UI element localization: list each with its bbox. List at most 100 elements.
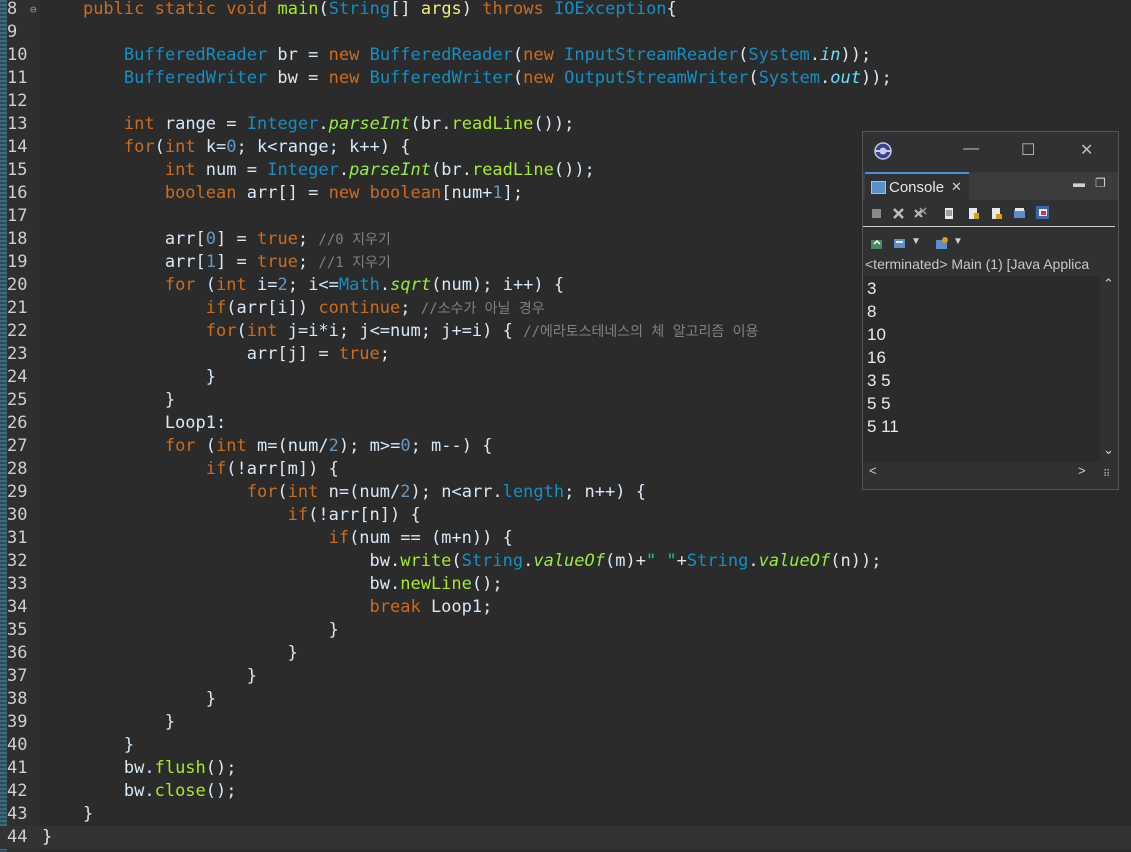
- code-line[interactable]: 39 }: [0, 711, 1131, 734]
- line-number: 35: [7, 620, 28, 640]
- window-minimize-button[interactable]: —: [963, 140, 979, 158]
- chevron-down-icon[interactable]: ▼: [953, 236, 963, 247]
- resize-grip-icon[interactable]: ⠿: [1103, 469, 1110, 480]
- terminate-icon[interactable]: [870, 207, 883, 220]
- code-line[interactable]: 34 break Loop1;: [0, 596, 1131, 619]
- word-wrap-icon[interactable]: [990, 207, 1003, 220]
- code-text: if(!arr[m]) {: [205, 459, 339, 479]
- scroll-right-icon[interactable]: >: [1078, 463, 1086, 478]
- scroll-left-icon[interactable]: <: [869, 463, 877, 478]
- code-line[interactable]: 41 bw.flush();: [0, 757, 1131, 780]
- code-text: bw.close();: [42, 781, 237, 801]
- code-line[interactable]: 42 bw.close();: [0, 780, 1131, 803]
- console-window[interactable]: — ☐ ✕ Console ✕ ▬ ❐ ▼ ▼ <terminated> Mai…: [862, 131, 1119, 490]
- code-text: break Loop1;: [369, 597, 493, 617]
- line-number: 34: [7, 597, 28, 617]
- code-text: arr[j] = true;: [42, 344, 391, 364]
- code-line[interactable]: 9: [0, 21, 1131, 44]
- view-minimize-icon[interactable]: ▬: [1073, 176, 1085, 190]
- tab-console-label: Console: [889, 179, 945, 196]
- code-line[interactable]: 12: [0, 90, 1131, 113]
- line-number: 13: [7, 114, 28, 134]
- code-line[interactable]: 11 BufferedWriter bw = new BufferedWrite…: [0, 67, 1131, 90]
- view-maximize-icon[interactable]: ❐: [1095, 176, 1106, 190]
- code-line[interactable]: 30 if(!arr[n]) {: [0, 504, 1131, 527]
- console-output-line: 3: [867, 279, 877, 298]
- scroll-lock-icon[interactable]: [967, 207, 980, 220]
- code-text: }: [42, 666, 257, 686]
- code-line[interactable]: 32 bw.write(String.valueOf(m)+" "+String…: [0, 550, 1131, 573]
- vertical-scrollbar[interactable]: ⌃ ⌄: [1100, 276, 1117, 462]
- code-text: bw.write(String.valueOf(m)+" "+String.va…: [42, 551, 882, 571]
- line-number: 21: [7, 298, 28, 318]
- code-line[interactable]: 31 if(num == (m+n)) {: [0, 527, 1131, 550]
- code-line[interactable]: 37 }: [0, 665, 1131, 688]
- console-output-line: 8: [867, 302, 877, 321]
- code-line[interactable]: 36 }: [0, 642, 1131, 665]
- code-text: if(num == (m+n)) {: [328, 528, 513, 548]
- remove-launch-icon[interactable]: [892, 207, 905, 220]
- new-console-icon[interactable]: [935, 237, 948, 250]
- code-text: }: [42, 367, 216, 387]
- tab-console[interactable]: Console ✕: [865, 172, 969, 200]
- code-line[interactable]: 38 }: [0, 688, 1131, 711]
- code-text: }: [42, 689, 216, 709]
- code-text: for(int j=i*i; j<=num; j+=i) { //에라토스테네스…: [205, 321, 759, 341]
- line-number: 42: [7, 781, 28, 801]
- console-output[interactable]: 3 8 10 16 3 5 5 5 5 11: [863, 276, 1100, 462]
- code-text: bw.newLine();: [42, 574, 503, 594]
- line-number: 11: [7, 68, 28, 88]
- console-icon: [871, 181, 886, 194]
- line-number: 9: [7, 22, 18, 42]
- line-number: 44: [7, 827, 28, 847]
- show-on-output-icon[interactable]: [1013, 207, 1026, 220]
- pin-console-icon[interactable]: [1036, 206, 1049, 219]
- code-text: BufferedReader br = new BufferedReader(n…: [123, 45, 872, 65]
- line-number: 12: [7, 91, 28, 111]
- view-tab-row: Console ✕ ▬ ❐: [863, 172, 1118, 200]
- remove-all-terminated-icon[interactable]: [914, 207, 927, 220]
- code-text: int range = Integer.parseInt(br.readLine…: [123, 114, 575, 134]
- code-line[interactable]: 35 }: [0, 619, 1131, 642]
- code-line[interactable]: 33 bw.newLine();: [0, 573, 1131, 596]
- code-text: }: [42, 390, 176, 410]
- console-output-line: 10: [867, 325, 886, 344]
- open-console-icon[interactable]: [870, 237, 883, 250]
- line-number: 28: [7, 459, 28, 479]
- chevron-down-icon[interactable]: ▼: [911, 236, 921, 247]
- scroll-down-icon[interactable]: ⌄: [1103, 442, 1114, 458]
- fold-toggle-icon[interactable]: ⊖: [30, 0, 37, 21]
- code-line[interactable]: 10 BufferedReader br = new BufferedReade…: [0, 44, 1131, 67]
- code-line[interactable]: 40 }: [0, 734, 1131, 757]
- code-line[interactable]: 8 ⊖ public static void main(String[] args…: [0, 0, 1131, 21]
- code-line[interactable]: 44}: [0, 826, 1131, 849]
- window-maximize-button[interactable]: ☐: [1021, 140, 1035, 160]
- close-icon[interactable]: ✕: [951, 179, 962, 195]
- line-number: 18: [7, 229, 28, 249]
- console-status-label: <terminated> Main (1) [Java Applica: [865, 256, 1090, 272]
- scroll-up-icon[interactable]: ⌃: [1103, 276, 1114, 292]
- code-text: if(arr[i]) continue; //소수가 아닐 경우: [205, 298, 545, 318]
- code-text: for (int m=(num/2); m>=0; m--) {: [164, 436, 493, 456]
- code-text: BufferedWriter bw = new BufferedWriter(n…: [123, 68, 892, 88]
- window-close-button[interactable]: ✕: [1080, 140, 1093, 160]
- code-text: int num = Integer.parseInt(br.readLine()…: [164, 160, 595, 180]
- console-output-line: 5 11: [867, 417, 899, 436]
- line-number: 20: [7, 275, 28, 295]
- horizontal-scrollbar[interactable]: < >: [863, 462, 1100, 480]
- console-titlebar[interactable]: — ☐ ✕: [863, 132, 1118, 170]
- line-number: 26: [7, 413, 28, 433]
- line-number: 37: [7, 666, 28, 686]
- clear-console-icon[interactable]: [943, 207, 956, 220]
- display-selected-console-icon[interactable]: [893, 237, 906, 250]
- code-text: if(!arr[n]) {: [287, 505, 421, 525]
- code-text: for(int n=(num/2); n<arr.length; n++) {: [246, 482, 646, 502]
- line-number: 14: [7, 137, 28, 157]
- line-number: 41: [7, 758, 28, 778]
- line-number: 23: [7, 344, 28, 364]
- line-number: 19: [7, 252, 28, 272]
- line-number: 22: [7, 321, 28, 341]
- code-line[interactable]: 43 }: [0, 803, 1131, 826]
- line-number: 27: [7, 436, 28, 456]
- code-text: }: [42, 712, 176, 732]
